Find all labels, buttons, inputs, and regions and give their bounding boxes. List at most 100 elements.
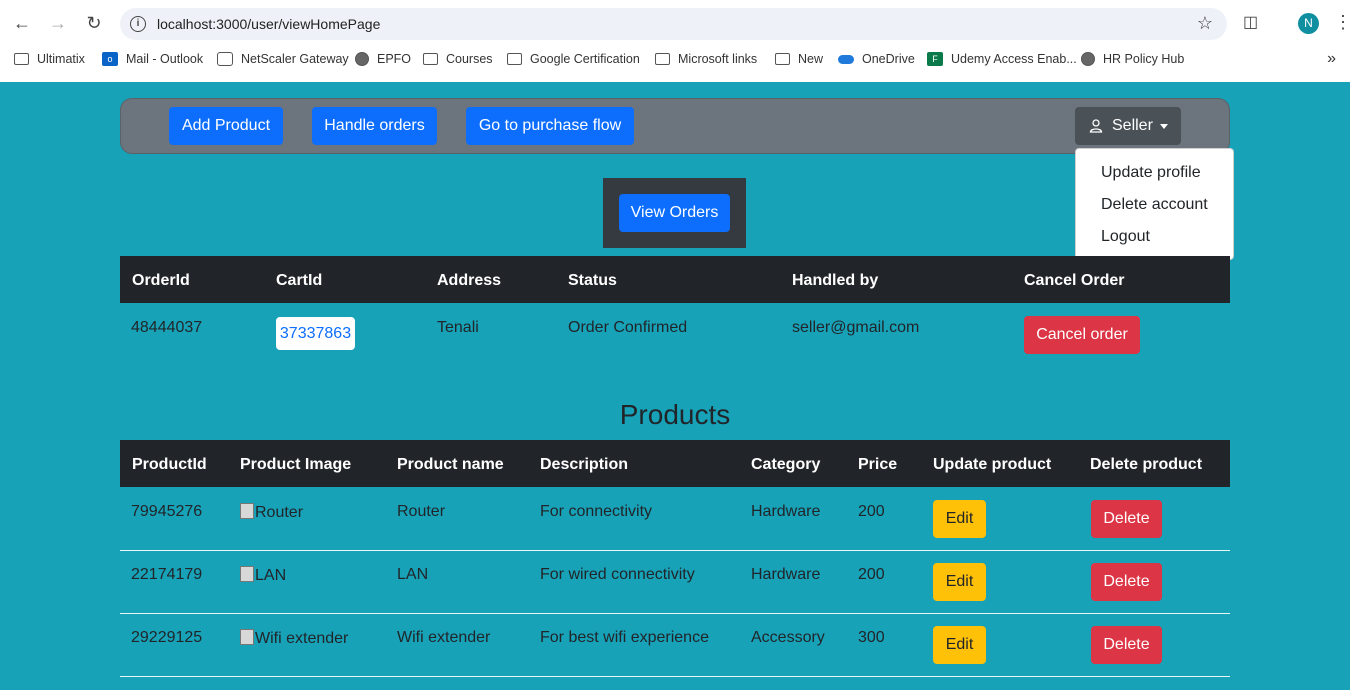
bookmark-epfo[interactable]: EPFO [355,52,411,66]
extensions-icon[interactable]: ◫ [1243,12,1263,32]
broken-image-icon [240,566,254,582]
product-image: LAN [240,566,286,585]
column-header: CartId [276,272,323,289]
column-header: OrderId [132,272,190,289]
browser-toolbar: ← → ↻ i localhost:3000/user/viewHomePage… [0,0,1350,46]
delete-product-button[interactable]: Delete [1091,563,1162,601]
product-name: LAN [397,566,429,583]
product-category: Accessory [751,629,825,646]
handle-orders-button[interactable]: Handle orders [312,107,437,145]
add-product-button[interactable]: Add Product [169,107,283,145]
bookmark-outlook[interactable]: o Mail - Outlook [102,52,203,66]
products-heading: Products [619,399,731,430]
column-header: Cancel Order [1024,272,1125,289]
edit-product-button[interactable]: Edit [933,500,986,538]
broken-image-icon [240,503,254,519]
bookmark-courses[interactable]: Courses [423,52,493,66]
folder-icon [423,53,438,65]
forms-icon: F [927,52,943,66]
product-name: Wifi extender [397,629,491,646]
seller-dropdown-menu: Update profile Delete account Logout [1075,148,1234,260]
bookmark-google-certification[interactable]: Google Certification [507,52,640,66]
seller-label: Seller [1112,117,1153,134]
products-table-header: ProductId Product Image Product name Des… [120,440,1230,487]
product-price: 200 [858,503,885,520]
product-price: 200 [858,566,885,583]
edit-product-button[interactable]: Edit [933,563,986,601]
globe-icon [1081,52,1095,66]
folder-icon [14,53,29,65]
bookmark-hr-policy-hub[interactable]: HR Policy Hub [1081,52,1184,66]
product-category: Hardware [751,566,821,583]
back-icon[interactable]: ← [10,11,34,35]
column-header: Delete product [1090,456,1203,473]
orders-table-header: OrderId CartId Address Status Handled by… [120,256,1230,303]
row-divider [120,676,1230,677]
bookmark-onedrive[interactable]: OneDrive [838,52,915,66]
column-header: ProductId [132,456,207,473]
seller-dropdown-button[interactable]: Seller [1075,107,1181,145]
site-info-icon[interactable]: i [130,16,146,32]
column-header: Handled by [792,272,879,289]
bookmarks-bar: Ultimatix o Mail - Outlook NetScaler Gate… [0,48,1350,74]
browser-menu-icon[interactable]: ⋮ [1334,12,1350,33]
column-header: Category [751,456,821,473]
column-header: Status [568,272,617,289]
order-id: 48444037 [131,319,203,336]
product-name: Router [397,503,446,520]
product-description: For wired connectivity [540,566,695,583]
purchase-flow-button[interactable]: Go to purchase flow [466,107,634,145]
column-header: Address [437,272,502,289]
app-navbar [120,98,1230,154]
bookmark-udemy[interactable]: F Udemy Access Enab... [927,52,1077,66]
delete-product-button[interactable]: Delete [1091,626,1162,664]
menu-item-update-profile[interactable]: Update profile [1101,164,1201,182]
profile-avatar[interactable]: N [1298,13,1319,34]
product-id: 29229125 [131,629,203,646]
delete-product-button[interactable]: Delete [1091,500,1162,538]
product-id: 79945276 [131,503,203,520]
globe-icon [355,52,369,66]
bookmark-star-icon[interactable]: ☆ [1197,13,1213,34]
bookmark-ultimatix[interactable]: Ultimatix [14,52,85,66]
cancel-order-button[interactable]: Cancel order [1024,316,1140,354]
cloud-icon [838,54,854,64]
menu-item-delete-account[interactable]: Delete account [1101,196,1208,214]
order-address: Tenali [437,319,479,336]
menu-item-logout[interactable]: Logout [1101,228,1150,246]
product-image: Wifi extender [240,629,348,648]
product-description: For best wifi experience [540,629,709,646]
product-category: Hardware [751,503,821,520]
browser-chrome: ← → ↻ i localhost:3000/user/viewHomePage… [0,0,1350,82]
product-description: For connectivity [540,503,653,520]
order-status: Order Confirmed [568,319,688,336]
column-header: Product name [397,456,504,473]
chevron-right-icon[interactable]: » [1327,50,1336,68]
bookmark-new[interactable]: New [775,52,823,66]
folder-icon [507,53,522,65]
column-header: Product Image [240,456,352,473]
user-icon [1089,119,1103,133]
column-header: Update product [933,456,1052,473]
folder-icon [775,53,790,65]
forward-icon[interactable]: → [46,11,70,35]
caret-down-icon [1160,124,1168,129]
broken-image-icon [240,629,254,645]
product-price: 300 [858,629,885,646]
cart-id-link[interactable]: 37337863 [276,317,355,350]
folder-icon [655,53,670,65]
column-header: Price [858,456,898,473]
lock-icon [217,52,233,66]
row-divider [120,550,1230,551]
column-header: Description [540,456,629,473]
view-orders-button[interactable]: View Orders [619,194,730,232]
edit-product-button[interactable]: Edit [933,626,986,664]
bookmark-netscaler[interactable]: NetScaler Gateway [217,52,349,66]
address-bar[interactable]: i localhost:3000/user/viewHomePage ☆ [120,8,1227,40]
url-text[interactable]: localhost:3000/user/viewHomePage [157,16,380,32]
product-image: Router [240,503,303,522]
reload-icon[interactable]: ↻ [82,11,106,35]
order-handled-by: seller@gmail.com [792,319,920,336]
product-id: 22174179 [131,566,203,583]
bookmark-microsoft-links[interactable]: Microsoft links [655,52,757,66]
